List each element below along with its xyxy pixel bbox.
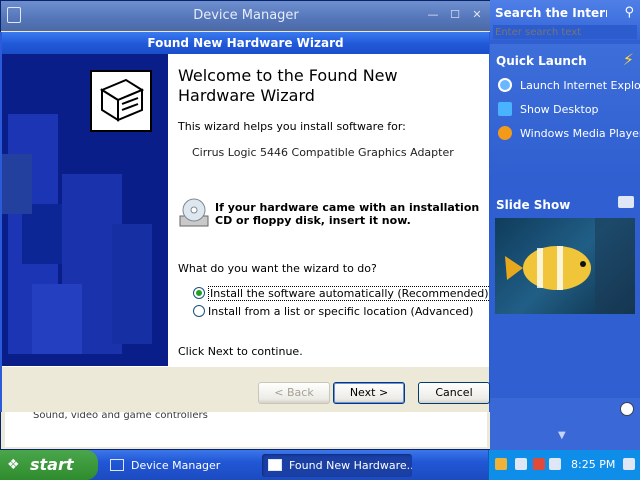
quick-launch-title: Quick Launch [496, 54, 587, 68]
slideshow-gadget: Slide Show [490, 190, 640, 320]
quick-launch-show-desktop-label: Show Desktop [520, 103, 599, 116]
maximize-icon[interactable]: ☐ [447, 7, 463, 23]
back-button[interactable]: < Back [258, 382, 330, 404]
wizard-intro: This wizard helps you install software f… [178, 120, 406, 133]
clock-icon[interactable] [620, 402, 634, 416]
wizard-task-icon [268, 459, 282, 471]
quick-launch-ie-label: Launch Internet Explorer [520, 79, 640, 92]
device-manager-titlebar[interactable]: Device Manager — ☐ ✕ [1, 1, 491, 31]
quick-launch-gadget: Quick Launch ⚡ Launch Internet Explorer … [490, 44, 640, 184]
slideshow-image[interactable] [495, 218, 635, 314]
media-player-icon [498, 126, 512, 140]
windows-flag-icon: ❖ [7, 457, 20, 473]
task-device-manager-label: Device Manager [131, 459, 221, 472]
search-title: Search the Internet [495, 6, 607, 20]
network-tray-icon[interactable] [515, 458, 527, 470]
cd-icon [179, 198, 209, 227]
fish-image [505, 218, 635, 314]
quick-launch-media-player[interactable]: Windows Media Player [498, 126, 640, 140]
task-hardware-wizard[interactable]: Found New Hardware... [262, 454, 412, 477]
wizard-title: Found New Hardware Wizard [147, 36, 344, 50]
wizard-heading: Welcome to the Found New Hardware Wizard [178, 66, 398, 105]
hardware-tray-icon[interactable] [495, 458, 507, 470]
lightning-icon: ⚡ [622, 50, 634, 69]
sidebar-footer: ▼ [490, 398, 640, 450]
option-install-from-list[interactable]: Install from a list or specific location… [208, 305, 473, 318]
system-tray: 8:25 PM [488, 450, 640, 480]
wizard-banner [2, 54, 168, 366]
start-label: start [30, 455, 74, 474]
desktop-icon [498, 102, 512, 116]
scroll-down-icon[interactable]: ▼ [558, 430, 566, 441]
cd-notice: If your hardware came with an installati… [215, 201, 480, 227]
volume-tray-icon[interactable] [549, 458, 561, 470]
task-hardware-wizard-label: Found New Hardware... [289, 459, 412, 472]
hardware-icon [90, 70, 152, 132]
task-device-manager[interactable]: Device Manager [104, 454, 254, 477]
show-desktop-icon[interactable] [623, 458, 635, 470]
radio-install-from-list[interactable] [193, 305, 205, 317]
search-icon[interactable]: ⚲ [624, 5, 634, 20]
quick-launch-ie[interactable]: Launch Internet Explorer [498, 78, 640, 92]
taskbar: ❖ start Device Manager Found New Hardwar… [0, 450, 640, 480]
search-input[interactable] [493, 25, 637, 39]
continue-text: Click Next to continue. [178, 345, 303, 358]
wizard-content: Welcome to the Found New Hardware Wizard… [168, 54, 491, 366]
camera-icon[interactable] [618, 196, 634, 208]
slideshow-title: Slide Show [496, 198, 571, 212]
wizard-question: What do you want the wizard to do? [178, 262, 377, 275]
security-tray-icon[interactable] [533, 458, 545, 470]
wizard-titlebar[interactable]: Found New Hardware Wizard [2, 32, 489, 54]
next-button[interactable]: Next > [333, 382, 405, 404]
hardware-wizard-dialog: Found New Hardware Wizard Welcome to the… [0, 32, 491, 412]
device-manager-task-icon [110, 459, 124, 471]
radio-install-automatic[interactable] [193, 287, 205, 299]
device-name: Cirrus Logic 5446 Compatible Graphics Ad… [192, 146, 454, 159]
close-icon[interactable]: ✕ [469, 7, 485, 23]
device-manager-title: Device Manager [193, 8, 299, 23]
sidebar: Search the Internet ⚲ Quick Launch ⚡ Lau… [490, 0, 640, 450]
clock: 8:25 PM [571, 458, 616, 471]
option-install-automatic[interactable]: Install the software automatically (Reco… [208, 286, 491, 301]
internet-explorer-icon [498, 78, 512, 92]
cancel-button[interactable]: Cancel [418, 382, 490, 404]
quick-launch-media-player-label: Windows Media Player [520, 127, 640, 140]
quick-launch-show-desktop[interactable]: Show Desktop [498, 102, 640, 116]
search-gadget: Search the Internet ⚲ [490, 0, 640, 40]
minimize-icon[interactable]: — [425, 7, 441, 23]
wizard-footer: < Back Next > Cancel [2, 366, 490, 412]
start-button[interactable]: ❖ start [0, 450, 98, 480]
